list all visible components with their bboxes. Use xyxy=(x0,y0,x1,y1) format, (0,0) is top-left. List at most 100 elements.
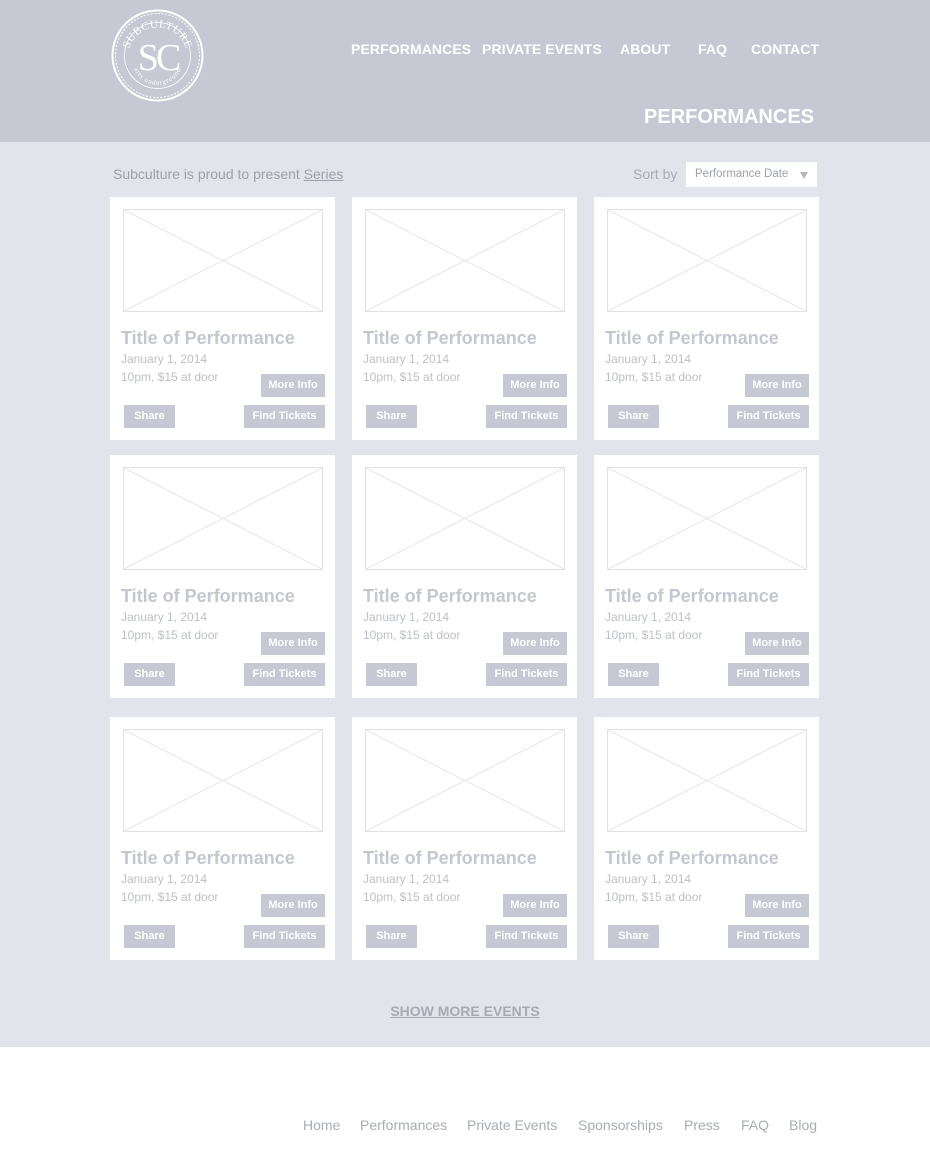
nav-faq[interactable]: FAQ xyxy=(698,41,727,57)
performance-title[interactable]: Title of Performance xyxy=(605,328,779,349)
more-info-button[interactable]: More Info xyxy=(745,374,809,397)
performance-card: Title of Performance January 1, 2014 10pm,… xyxy=(352,455,577,698)
share-button[interactable]: Share xyxy=(366,663,417,686)
sort-label: Sort by xyxy=(633,166,678,182)
find-tickets-button[interactable]: Find Tickets xyxy=(728,925,809,948)
footer-link-press[interactable]: Press xyxy=(684,1117,720,1133)
performance-title[interactable]: Title of Performance xyxy=(605,848,779,869)
more-info-button[interactable]: More Info xyxy=(745,894,809,917)
more-info-button[interactable]: More Info xyxy=(261,632,325,655)
performance-date: January 1, 2014 xyxy=(605,610,692,624)
performance-details: 10pm, $15 at door xyxy=(121,370,219,384)
find-tickets-button[interactable]: Find Tickets xyxy=(244,925,325,948)
performance-date: January 1, 2014 xyxy=(605,872,692,886)
page-title: PERFORMANCES xyxy=(643,106,814,128)
performance-title[interactable]: Title of Performance xyxy=(121,586,295,607)
share-button[interactable]: Share xyxy=(608,663,659,686)
performance-details: 10pm, $15 at door xyxy=(121,628,219,642)
share-button[interactable]: Share xyxy=(366,925,417,948)
placeholder-cross-icon xyxy=(608,468,806,569)
footer-link-performances[interactable]: Performances xyxy=(360,1117,447,1133)
image-placeholder xyxy=(607,729,807,832)
nav-private-events[interactable]: PRIVATE EVENTS xyxy=(482,41,602,57)
performance-title[interactable]: Title of Performance xyxy=(121,328,295,349)
performance-details: 10pm, $15 at door xyxy=(363,890,461,904)
more-info-button[interactable]: More Info xyxy=(261,374,325,397)
performance-details: 10pm, $15 at door xyxy=(363,370,461,384)
performance-card: Title of Performance January 1, 2014 10pm,… xyxy=(594,717,819,960)
find-tickets-button[interactable]: Find Tickets xyxy=(244,405,325,428)
placeholder-cross-icon xyxy=(124,210,322,311)
placeholder-cross-icon xyxy=(124,730,322,831)
footer-link-blog[interactable]: Blog xyxy=(789,1117,817,1133)
performance-details: 10pm, $15 at door xyxy=(121,890,219,904)
performance-title[interactable]: Title of Performance xyxy=(363,586,537,607)
performance-title[interactable]: Title of Performance xyxy=(121,848,295,869)
performance-title[interactable]: Title of Performance xyxy=(363,328,537,349)
footer-link-private-events[interactable]: Private Events xyxy=(467,1117,557,1133)
performance-date: January 1, 2014 xyxy=(363,872,450,886)
performance-details: 10pm, $15 at door xyxy=(363,628,461,642)
find-tickets-button[interactable]: Find Tickets xyxy=(486,925,567,948)
intro-label: Subculture is proud to present xyxy=(113,166,304,182)
find-tickets-button[interactable]: Find Tickets xyxy=(728,663,809,686)
find-tickets-button[interactable]: Find Tickets xyxy=(486,663,567,686)
more-info-button[interactable]: More Info xyxy=(503,894,567,917)
share-button[interactable]: Share xyxy=(608,405,659,428)
series-link[interactable]: Series xyxy=(304,166,344,182)
more-info-button[interactable]: More Info xyxy=(503,632,567,655)
image-placeholder xyxy=(365,467,565,570)
share-button[interactable]: Share xyxy=(366,405,417,428)
subculture-logo[interactable]: SUBCULTURE arts underground SC xyxy=(111,9,204,102)
performance-card: Title of Performance January 1, 2014 10pm,… xyxy=(110,197,335,440)
performance-date: January 1, 2014 xyxy=(121,872,208,886)
share-button[interactable]: Share xyxy=(608,925,659,948)
main-content: Subculture is proud to present Series So… xyxy=(0,142,930,1047)
performance-details: 10pm, $15 at door xyxy=(605,370,703,384)
nav-about[interactable]: ABOUT xyxy=(620,41,670,57)
find-tickets-button[interactable]: Find Tickets xyxy=(244,663,325,686)
placeholder-cross-icon xyxy=(608,730,806,831)
more-info-button[interactable]: More Info xyxy=(503,374,567,397)
footer-link-home[interactable]: Home xyxy=(303,1117,340,1133)
nav-performances[interactable]: PERFORMANCES xyxy=(351,41,471,57)
image-placeholder xyxy=(123,209,323,312)
performance-date: January 1, 2014 xyxy=(363,610,450,624)
performance-title[interactable]: Title of Performance xyxy=(363,848,537,869)
share-button[interactable]: Share xyxy=(124,925,175,948)
site-header: SUBCULTURE arts underground SC PERFORMAN… xyxy=(0,0,930,142)
footer-link-faq[interactable]: FAQ xyxy=(741,1117,769,1133)
performance-card: Title of Performance January 1, 2014 10pm,… xyxy=(352,197,577,440)
performance-date: January 1, 2014 xyxy=(121,610,208,624)
share-button[interactable]: Share xyxy=(124,405,175,428)
performance-card: Title of Performance January 1, 2014 10pm,… xyxy=(594,197,819,440)
placeholder-cross-icon xyxy=(366,730,564,831)
share-button[interactable]: Share xyxy=(124,663,175,686)
performance-date: January 1, 2014 xyxy=(605,352,692,366)
performance-details: 10pm, $15 at door xyxy=(605,628,703,642)
placeholder-cross-icon xyxy=(366,468,564,569)
performance-title[interactable]: Title of Performance xyxy=(605,586,779,607)
find-tickets-button[interactable]: Find Tickets xyxy=(486,405,567,428)
intro-text: Subculture is proud to present Series xyxy=(113,166,343,182)
logo-monogram: SC xyxy=(138,37,180,79)
footer-link-sponsorships[interactable]: Sponsorships xyxy=(578,1117,663,1133)
show-more-events-link[interactable]: SHOW MORE EVENTS xyxy=(390,1003,539,1019)
nav-contact[interactable]: CONTACT xyxy=(751,41,819,57)
performance-date: January 1, 2014 xyxy=(121,352,208,366)
find-tickets-button[interactable]: Find Tickets xyxy=(728,405,809,428)
more-info-button[interactable]: More Info xyxy=(745,632,809,655)
image-placeholder xyxy=(123,729,323,832)
placeholder-cross-icon xyxy=(608,210,806,311)
image-placeholder xyxy=(365,729,565,832)
performance-card: Title of Performance January 1, 2014 10pm,… xyxy=(352,717,577,960)
performance-details: 10pm, $15 at door xyxy=(605,890,703,904)
performance-date: January 1, 2014 xyxy=(363,352,450,366)
sort-selected-value: Performance Date xyxy=(695,168,789,180)
sort-dropdown[interactable]: Performance Date xyxy=(686,162,817,187)
more-info-button[interactable]: More Info xyxy=(261,894,325,917)
image-placeholder xyxy=(365,209,565,312)
image-placeholder xyxy=(607,467,807,570)
performance-card: Title of Performance January 1, 2014 10pm,… xyxy=(594,455,819,698)
placeholder-cross-icon xyxy=(366,210,564,311)
